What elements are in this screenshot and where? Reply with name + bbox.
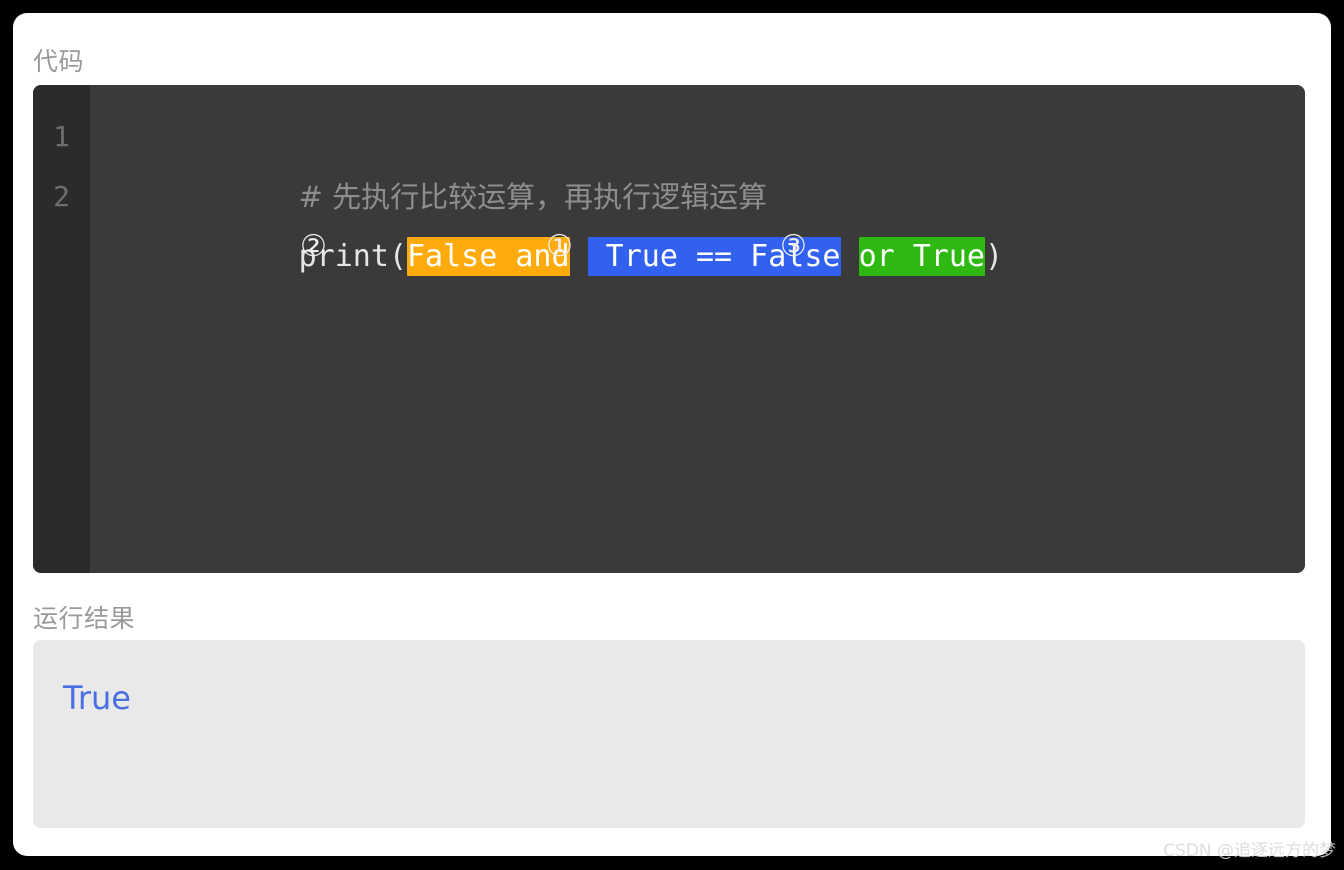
output-section-label: 运行结果 xyxy=(33,605,136,633)
line-number-gutter: 1 2 xyxy=(33,85,90,573)
precedence-marker-orange: ② xyxy=(300,229,327,264)
precedence-marker-green: ③ xyxy=(780,229,807,264)
watermark: CSDN @追逐远方的梦 xyxy=(1163,841,1336,861)
screenshot-root: 代码 1 2 # 先执行比较运算，再执行逻辑运算 print(False and… xyxy=(0,0,1344,870)
line-number: 2 xyxy=(53,180,70,213)
precedence-marker-row: ② ① ③ xyxy=(118,227,1305,273)
precedence-marker-blue: ① xyxy=(546,229,573,264)
code-block[interactable]: 1 2 # 先执行比较运算，再执行逻辑运算 print(False and Tr… xyxy=(33,85,1305,573)
content-card: 代码 1 2 # 先执行比较运算，再执行逻辑运算 print(False and… xyxy=(13,13,1331,856)
output-block: True xyxy=(33,640,1305,828)
line-number: 1 xyxy=(53,120,70,153)
code-line-comment: # 先执行比较运算，再执行逻辑运算 xyxy=(118,107,1305,214)
output-value: True xyxy=(63,679,131,717)
code-line-statement: print(False and True == False or True) xyxy=(118,167,1305,276)
code-area[interactable]: # 先执行比较运算，再执行逻辑运算 print(False and True =… xyxy=(90,85,1305,573)
code-section-label: 代码 xyxy=(33,48,85,76)
